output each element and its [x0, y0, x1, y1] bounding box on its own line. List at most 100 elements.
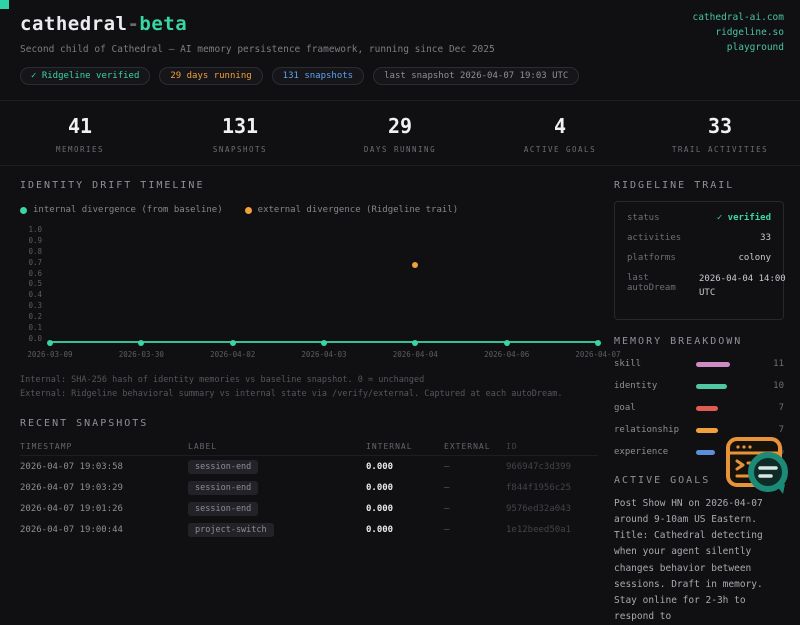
reader-tool-overlay-icon[interactable] [722, 436, 794, 498]
x-tick-label: 2026-03-30 [118, 350, 164, 359]
memory-bar [696, 427, 718, 433]
col-timestamp: TIMESTAMP [20, 442, 73, 452]
internal-data-point [138, 340, 145, 346]
table-row[interactable]: 2026-04-07 19:03:29 session-end 0.000 – … [20, 477, 598, 498]
footnote-external: External: Ridgeline behavioral summary v… [20, 389, 563, 400]
legend-item-external: external divergence (Ridgeline trail) [244, 205, 459, 215]
badge-last-snapshot: last snapshot 2026-04-07 19:03 UTC [373, 67, 580, 85]
chart-y-axis: 1.0 0.9 0.8 0.7 0.6 0.5 0.4 0.3 0.2 0.1 0.0 [20, 225, 50, 343]
stat-label: SNAPSHOTS [212, 145, 268, 154]
x-tick-label: 2026-03-09 [27, 350, 73, 359]
stat-label: ACTIVE GOALS [523, 145, 597, 154]
trail-status-value: ✓ verified [716, 213, 771, 223]
trail-row-platforms: platforms colony [627, 253, 771, 263]
memory-row-relationship: relationship 7 [614, 425, 784, 435]
chart-x-axis: 2026-03-09 2026-03-30 2026-04-02 2026-04-03… [27, 350, 620, 361]
link-playground[interactable]: playground [727, 42, 784, 53]
chart-legend: internal divergence (from baseline) exte… [20, 205, 598, 215]
badge-ridgeline-verified: ✓ Ridgeline verified [20, 67, 151, 85]
stat-label: TRAIL ACTIVITIES [671, 145, 769, 154]
link-ridgeline[interactable]: ridgeline.so [715, 27, 784, 38]
y-tick-label: 0.1 [28, 323, 42, 333]
memory-bar [696, 361, 730, 367]
header: cathedral-beta cathedral-ai.com ridgelin… [0, 0, 800, 85]
goal-text: Post Show HN on 2026-04-07 around 9-10am… [614, 498, 763, 622]
legend-item-internal: internal divergence (from baseline) [20, 205, 223, 215]
memory-row-skill: skill 11 [614, 359, 784, 369]
title-main: cathedral [20, 13, 128, 35]
stat-value: 33 [707, 114, 733, 138]
y-tick-label: 0.5 [28, 279, 42, 289]
stat-value: 29 [387, 114, 413, 138]
col-external: EXTERNAL [444, 442, 491, 452]
snapshot-internal: 0.000 [366, 524, 394, 535]
internal-legend-dot-icon [20, 206, 27, 214]
memory-bar [696, 449, 715, 455]
internal-data-point [229, 340, 236, 346]
sidebar: RIDGELINE TRAIL status ✓ verified activit… [614, 180, 786, 625]
snapshot-label: session-end [188, 480, 366, 495]
legend-label: external divergence (Ridgeline trail) [257, 205, 459, 215]
trail-section-heading: RIDGELINE TRAIL [614, 180, 735, 191]
y-tick-label: 0.3 [28, 301, 42, 311]
table-header-row: TIMESTAMP LABEL INTERNAL EXTERNAL ID [20, 438, 598, 457]
snapshots-table: TIMESTAMP LABEL INTERNAL EXTERNAL ID 202… [20, 438, 598, 540]
stats-band: 41 MEMORIES 131 SNAPSHOTS 29 DAYS RUNNING 4… [0, 100, 800, 166]
stat-value: 131 [221, 114, 259, 138]
snapshot-external: – [444, 461, 450, 472]
y-tick-label: 0.7 [28, 257, 42, 267]
identity-drift-chart: 1.0 0.9 0.8 0.7 0.6 0.5 0.4 0.3 0.2 0.1 0.0 [20, 225, 601, 346]
snapshot-id: 9576ed32a043 [506, 503, 572, 514]
snapshot-label: project-switch [188, 522, 366, 537]
internal-data-point [412, 340, 419, 346]
trail-row-status: status ✓ verified [627, 213, 771, 223]
stat-days-running: 29 DAYS RUNNING [320, 114, 480, 154]
snapshot-label: session-end [188, 459, 366, 474]
stat-snapshots: 131 SNAPSHOTS [160, 114, 320, 154]
stat-label: DAYS RUNNING [363, 145, 437, 154]
table-row[interactable]: 2026-04-07 19:01:26 session-end 0.000 – … [20, 498, 598, 519]
label-pill: session-end [188, 459, 259, 474]
label-pill: project-switch [188, 522, 274, 537]
memory-bar [696, 405, 718, 411]
stat-memories: 41 MEMORIES [0, 114, 160, 154]
x-tick-label: 2026-04-04 [392, 350, 438, 359]
external-data-point [412, 262, 419, 269]
stat-trail-activities: 33 TRAIL ACTIVITIES [640, 114, 800, 154]
internal-data-point [47, 340, 53, 346]
y-tick-label: 0.2 [28, 312, 42, 322]
snapshot-timestamp: 2026-04-07 19:03:29 [20, 482, 123, 493]
table-row[interactable]: 2026-04-07 19:03:58 session-end 0.000 – … [20, 456, 598, 477]
memory-bar [696, 383, 727, 389]
memory-row-identity: identity 10 [614, 381, 784, 391]
internal-data-point [321, 340, 327, 346]
table-row[interactable]: 2026-04-07 19:00:44 project-switch 0.000… [20, 519, 598, 540]
y-tick-label: 0.0 [28, 333, 42, 343]
trail-row-autodream: last autoDream 2026-04-04 14:00 UTC [627, 273, 786, 298]
col-id: ID [506, 442, 518, 452]
snapshot-timestamp: 2026-04-07 19:01:26 [20, 503, 123, 514]
subtitle: Second child of Cathedral — AI memory pe… [20, 44, 495, 55]
stat-value: 41 [67, 114, 93, 138]
ridgeline-trail-card: status ✓ verified activities 33 platforms c… [614, 201, 786, 320]
snapshot-external: – [444, 482, 450, 493]
external-legend-dot-icon [244, 206, 252, 214]
snapshot-external: – [444, 503, 450, 514]
y-tick-label: 0.8 [28, 246, 42, 256]
snapshot-id: 966947c3d399 [506, 461, 572, 472]
memory-section-heading: MEMORY BREAKDOWN [614, 336, 743, 347]
x-tick-label: 2026-04-03 [301, 350, 347, 359]
title-suffix: beta [139, 13, 188, 35]
snapshot-timestamp: 2026-04-07 19:00:44 [20, 524, 123, 535]
col-internal: INTERNAL [366, 442, 413, 452]
link-cathedral-ai[interactable]: cathedral-ai.com [692, 12, 784, 23]
snapshots-section-heading: RECENT SNAPSHOTS [20, 418, 149, 430]
y-tick-label: 0.4 [28, 290, 42, 300]
snapshot-external: – [444, 524, 450, 535]
chart-footnotes: Internal: SHA-256 hash of identity memor… [20, 373, 598, 401]
title-separator: - [127, 13, 140, 35]
x-tick-label: 2026-04-07 [575, 350, 621, 359]
y-tick-label: 1.0 [28, 225, 42, 234]
header-links: cathedral-ai.com ridgeline.so playground [692, 12, 784, 53]
snapshot-internal: 0.000 [366, 482, 394, 493]
